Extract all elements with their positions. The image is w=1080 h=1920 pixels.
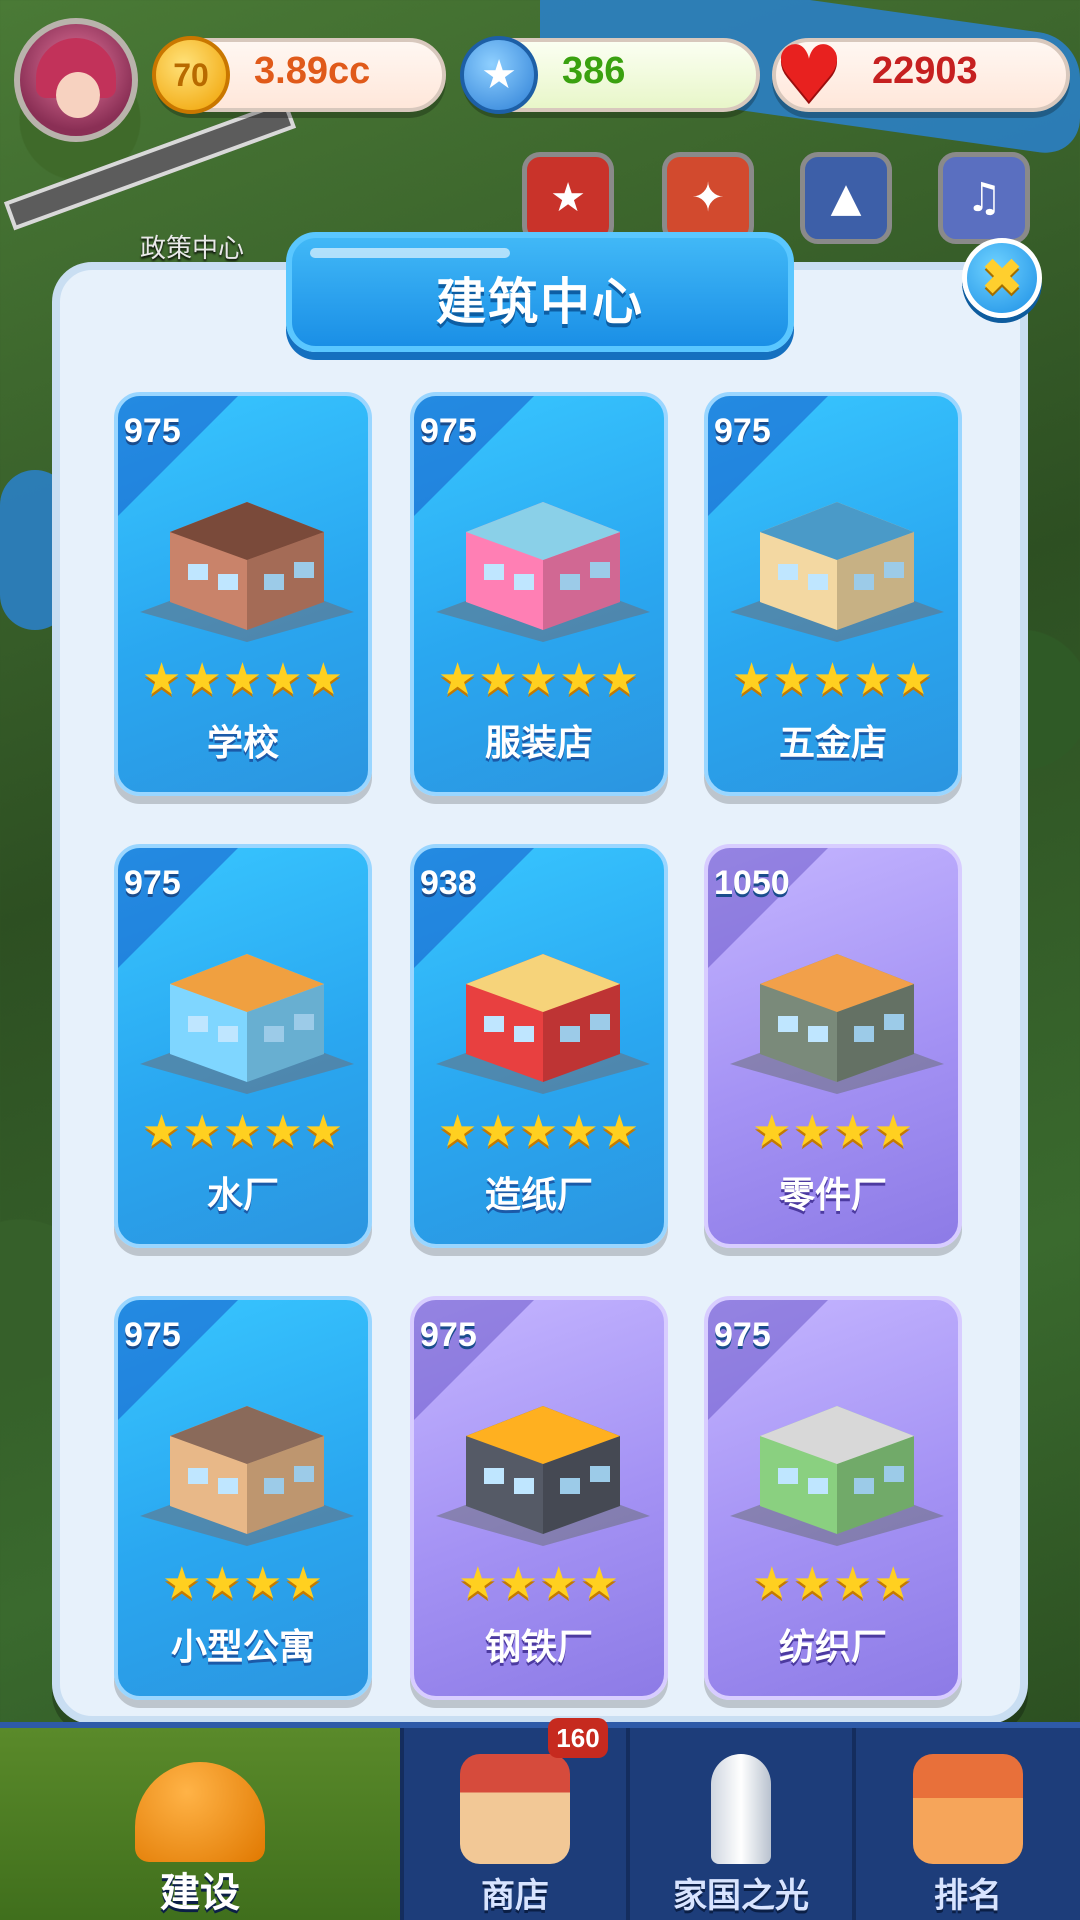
building-name: 学校 [206, 723, 279, 764]
building-name: 水厂 [206, 1175, 279, 1216]
star-rating: ★★★★★ [141, 1106, 345, 1157]
building-name: 造纸厂 [484, 1175, 593, 1216]
nav-rank-label: 排名 [934, 1876, 1002, 1916]
building-card[interactable]: 975 ★★★★★ 水厂 [114, 844, 372, 1248]
building-price: 975 [124, 864, 181, 902]
panel-title-banner: 建筑中心 [286, 232, 794, 352]
building-icon [730, 1406, 944, 1546]
close-button[interactable]: ✖ [962, 238, 1042, 318]
building-price: 1050 [714, 864, 790, 902]
hard-hat-icon [135, 1762, 265, 1862]
building-card[interactable]: 938 ★★★★★ 造纸厂 [410, 844, 668, 1248]
map-building-label: 政策中心 [140, 234, 245, 264]
star-rating: ★★★★ [752, 1106, 914, 1157]
gold-value: 3.89cc [254, 50, 371, 92]
building-name: 钢铁厂 [484, 1627, 593, 1668]
building-name: 服装店 [484, 723, 593, 764]
building-name: 纺织厂 [778, 1627, 887, 1668]
event-icon[interactable]: ★ [522, 152, 614, 244]
building-name: 五金店 [778, 723, 887, 764]
star-rating: ★★★★ [752, 1558, 914, 1609]
building-price: 975 [124, 1316, 181, 1354]
player-avatar[interactable] [14, 18, 138, 142]
gift-icon[interactable]: ♫ [938, 152, 1030, 244]
star-rating: ★★★★★ [437, 654, 641, 705]
building-icon [140, 1406, 354, 1546]
building-card[interactable]: 975 ★★★★ 小型公寓 [114, 1296, 372, 1700]
building-price: 975 [420, 1316, 477, 1354]
blue-star-counter[interactable]: ★ 386 [460, 36, 760, 114]
heart-icon: ♥ [774, 30, 844, 120]
star-rating: ★★★★★ [731, 654, 935, 705]
building-card[interactable]: 975 ★★★★ 钢铁厂 [410, 1296, 668, 1700]
building-price: 975 [714, 412, 771, 450]
nav-build-label: 建设 [160, 1870, 240, 1916]
nav-family-label: 家国之光 [673, 1876, 809, 1916]
heart-counter[interactable]: ♥ 22903 [772, 30, 1070, 120]
blue-star-icon: ★ [460, 36, 538, 114]
building-price: 975 [714, 1316, 771, 1354]
building-icon [436, 1406, 650, 1546]
building-name: 小型公寓 [170, 1627, 315, 1668]
building-icon [436, 502, 650, 642]
rocket-icon [711, 1754, 771, 1864]
building-price: 938 [420, 864, 477, 902]
nav-family[interactable]: 家国之光 [630, 1728, 856, 1920]
building-icon [436, 954, 650, 1094]
handshake-icon[interactable]: ✦ [662, 152, 754, 244]
title-highlight [310, 248, 510, 258]
podium-icon [913, 1754, 1023, 1864]
close-x-icon: ✖ [980, 248, 1024, 308]
blue-star-value: 386 [562, 50, 626, 92]
building-card[interactable]: 1050 ★★★★ 零件厂 [704, 844, 962, 1248]
star-rating: ★★★★★ [437, 1106, 641, 1157]
nav-build[interactable]: 建设 [0, 1728, 404, 1920]
shop-badge: 160 [548, 1718, 608, 1758]
shop-building-icon [460, 1754, 570, 1864]
panel-title: 建筑中心 [436, 273, 644, 331]
gold-coin-icon: 70 [152, 36, 230, 114]
building-icon [140, 954, 354, 1094]
star-rating: ★★★★★ [141, 654, 345, 705]
building-name: 零件厂 [778, 1175, 887, 1216]
bottom-nav: 建设 商店 家国之光 排名 [0, 1722, 1080, 1920]
building-price: 975 [420, 412, 477, 450]
star-rating: ★★★★ [162, 1558, 324, 1609]
building-card[interactable]: 975 ★★★★★ 五金店 [704, 392, 962, 796]
building-icon [730, 502, 944, 642]
heart-value: 22903 [872, 50, 978, 92]
building-card[interactable]: 975 ★★★★★ 服装店 [410, 392, 668, 796]
building-icon [140, 502, 354, 642]
building-price: 975 [124, 412, 181, 450]
star-rating: ★★★★ [458, 1558, 620, 1609]
nav-rank[interactable]: 排名 [856, 1728, 1080, 1920]
building-icon [730, 954, 944, 1094]
nav-shop-label: 商店 [481, 1876, 549, 1916]
building-card[interactable]: 975 ★★★★★ 学校 [114, 392, 372, 796]
rocket-event-icon[interactable]: ▲ [800, 152, 892, 244]
building-card[interactable]: 975 ★★★★ 纺织厂 [704, 1296, 962, 1700]
avatar-face [56, 72, 100, 118]
gold-counter[interactable]: 70 3.89cc [152, 36, 446, 114]
